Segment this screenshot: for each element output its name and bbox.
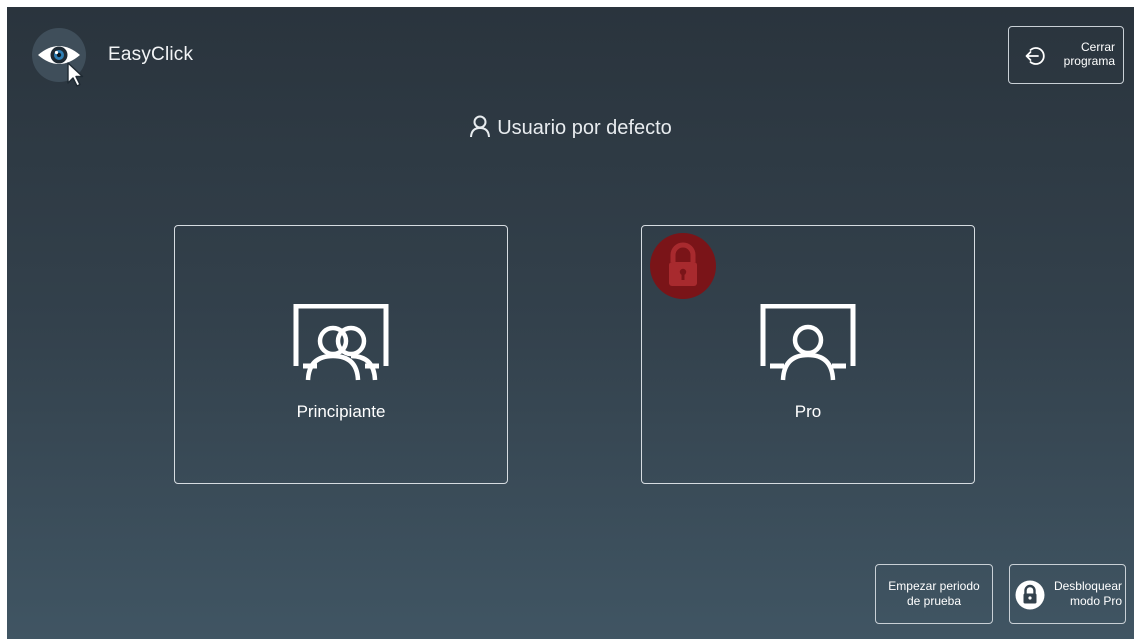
exit-icon: [1025, 47, 1045, 65]
single-user-screen-icon: [760, 304, 856, 381]
two-users-screen-icon: [293, 304, 389, 381]
unlock-pro-button[interactable]: Desbloquear modo Pro: [1009, 564, 1126, 624]
start-trial-button[interactable]: Empezar periodo de prueba: [875, 564, 993, 624]
close-program-button[interactable]: Cerrar programa: [1008, 26, 1124, 84]
eye-cursor-icon: [32, 28, 86, 87]
mode-label-beginner: Principiante: [296, 402, 386, 421]
mode-card-beginner[interactable]: Principiante: [174, 225, 508, 484]
app-title: EasyClick: [108, 44, 194, 65]
unlock-pro-label: Desbloquear modo Pro: [1053, 579, 1122, 608]
current-user: Usuario por defecto: [7, 114, 1134, 140]
user-icon: [470, 115, 491, 138]
mode-label-pro: Pro: [794, 402, 822, 421]
padlock-icon: [1015, 580, 1045, 610]
close-program-label: Cerrar programa: [1063, 40, 1115, 68]
padlock-icon: [650, 233, 716, 299]
user-name: Usuario por defecto: [497, 117, 672, 139]
app-window: EasyClick Cerrar programa Usuario por de…: [7, 7, 1134, 639]
mode-card-pro[interactable]: Pro: [641, 225, 975, 484]
start-trial-label: Empezar periodo de prueba: [888, 579, 980, 608]
